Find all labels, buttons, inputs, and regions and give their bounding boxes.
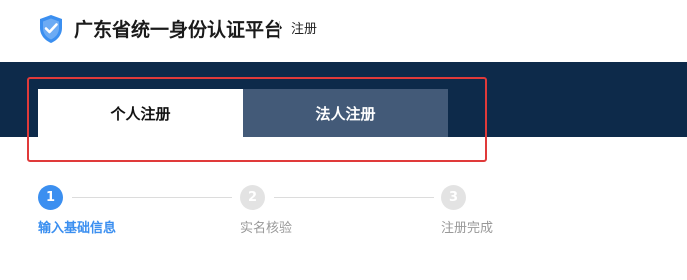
- tab-label: 个人注册: [110, 104, 171, 123]
- step-label-complete: 注册完成: [441, 221, 494, 236]
- tab-legal-registration[interactable]: 法人注册: [243, 89, 448, 137]
- tab-personal-registration[interactable]: 个人注册: [38, 89, 243, 137]
- step-indicator-2: 2: [240, 185, 265, 210]
- step-connector: [274, 197, 434, 198]
- page-header: 广东省统一身份认证平台 注册: [0, 0, 687, 62]
- step-indicator-3: 3: [441, 185, 466, 210]
- platform-title: 广东省统一身份认证平台: [74, 19, 284, 41]
- page-subtitle: 注册: [291, 22, 318, 37]
- step-connector: [72, 197, 232, 198]
- step-label-verification: 实名核验: [240, 221, 293, 236]
- step-indicator-1: 1: [38, 185, 63, 210]
- step-label-basic-info: 输入基础信息: [38, 221, 117, 236]
- shield-check-icon: [40, 15, 62, 43]
- tab-label: 法人注册: [315, 104, 376, 123]
- header-divider: [279, 21, 280, 39]
